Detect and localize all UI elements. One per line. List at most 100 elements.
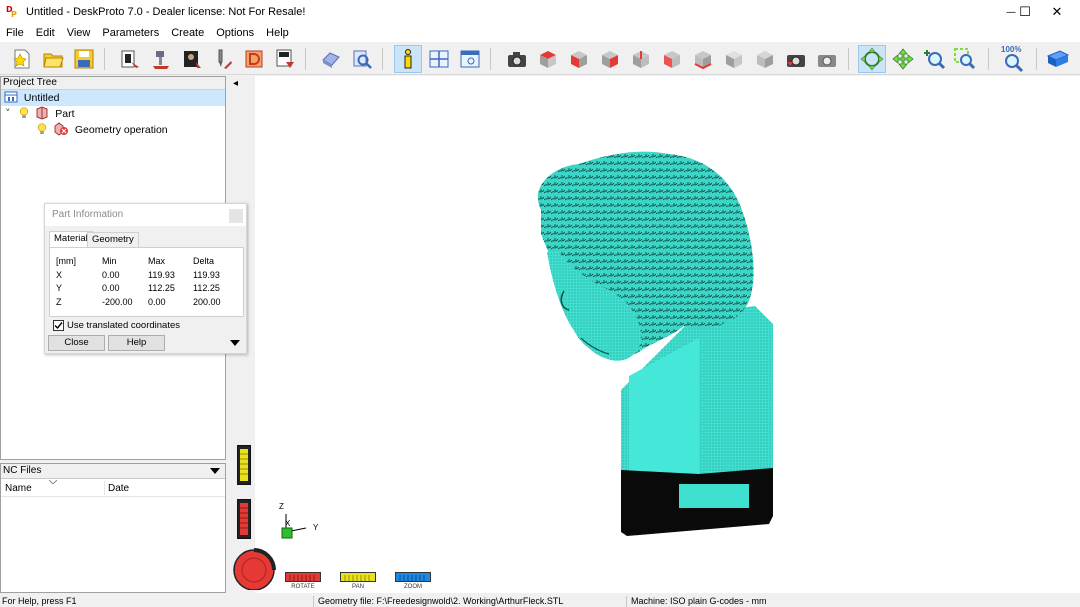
view-grey-2-button[interactable] <box>751 45 779 73</box>
nc-column-divider[interactable] <box>104 481 105 495</box>
tree-item-geometry-operation[interactable]: Geometry operation <box>37 122 168 138</box>
menu-file[interactable]: File <box>0 27 30 39</box>
zoom-mode-icon <box>399 575 425 581</box>
toolbar-separator <box>1036 48 1037 70</box>
close-button[interactable]: ✕ <box>1034 0 1080 24</box>
rotate-dial[interactable] <box>232 548 276 591</box>
view-front-button[interactable] <box>565 45 593 73</box>
cube-left-icon <box>664 51 680 68</box>
app-icon-letter-p: P <box>11 10 17 19</box>
close-dialog-button[interactable]: Close <box>48 335 105 351</box>
nc-column-name[interactable]: Name <box>5 483 32 494</box>
dialog-title: Part Information <box>52 209 124 220</box>
3d-viewport[interactable] <box>229 76 1080 593</box>
help-book-button[interactable] <box>1044 45 1072 73</box>
row-x-min: 0.00 <box>102 270 120 280</box>
wizard-page-icon <box>121 50 139 68</box>
nc-column-date[interactable]: Date <box>108 483 129 494</box>
zoom-100-button[interactable]: 100% <box>998 45 1028 73</box>
row-y-axis: Y <box>56 283 63 293</box>
view-camera-grey-button[interactable] <box>813 45 841 73</box>
row-y-delta: 112.25 <box>193 283 220 293</box>
save-project-button[interactable] <box>70 45 98 73</box>
view-camera-red-button[interactable] <box>782 45 810 73</box>
translated-coordinates-label[interactable]: Use translated coordinates <box>67 320 180 331</box>
view-grey-button[interactable] <box>720 45 748 73</box>
menu-view[interactable]: View <box>61 27 97 39</box>
find-button[interactable] <box>348 45 376 73</box>
zoom-mode-button[interactable] <box>920 45 948 73</box>
new-project-button[interactable] <box>8 45 36 73</box>
nc-files-header[interactable]: NC Files <box>1 464 225 479</box>
row-x-axis: X <box>56 270 63 280</box>
menu-create[interactable]: Create <box>165 27 210 39</box>
view-dialog-button[interactable] <box>456 45 484 73</box>
rotate-mode-indicator[interactable] <box>285 572 321 582</box>
pan-mode-button[interactable] <box>889 45 917 73</box>
part-info-button[interactable] <box>394 45 422 73</box>
view-iso-button[interactable] <box>534 45 562 73</box>
row-y-min: 0.00 <box>102 283 120 293</box>
rotate-arrows-icon <box>860 47 884 71</box>
open-folder-icon <box>43 53 64 68</box>
tree-label-part: Part <box>55 108 75 120</box>
help-book-icon <box>1046 50 1070 67</box>
sort-indicator-icon <box>49 480 57 484</box>
dialog-expand-arrow-icon[interactable] <box>230 340 240 346</box>
menu-parameters[interactable]: Parameters <box>96 27 165 39</box>
view-right-button[interactable] <box>596 45 624 73</box>
pan-mode-indicator[interactable] <box>340 572 376 582</box>
row-z-max: 0.00 <box>148 297 166 307</box>
nc-files-panel: NC Files Name Date <box>0 463 226 593</box>
export-button[interactable] <box>271 45 299 73</box>
dropdown-arrow-icon[interactable] <box>210 468 220 474</box>
menu-edit[interactable]: Edit <box>30 27 61 39</box>
help-dialog-button[interactable]: Help <box>108 335 165 351</box>
cube-top-red-icon <box>540 51 556 68</box>
main-toolbar: 100% <box>0 42 1080 75</box>
rotate-mode-icon <box>289 575 315 581</box>
project-tree-header: Project Tree <box>1 77 225 90</box>
window-title: Untitled - DeskProto 7.0 - Dealer licens… <box>26 6 306 18</box>
pan-arrows-icon <box>892 48 914 70</box>
wizard-d-button[interactable] <box>240 45 268 73</box>
zoom-window-button[interactable] <box>951 45 979 73</box>
cube-bottom-icon <box>694 51 712 70</box>
close-icon: ✕ <box>1051 4 1063 20</box>
tree-item-untitled[interactable]: Untitled <box>1 90 225 106</box>
eraser-icon <box>322 52 340 68</box>
view-bottom-button[interactable] <box>689 45 717 73</box>
camera-rotate-icon <box>787 55 805 67</box>
tab-geometry[interactable]: Geometry <box>87 232 139 247</box>
layout-button[interactable] <box>425 45 453 73</box>
dialog-title-bar[interactable]: Part Information <box>45 204 246 226</box>
collapse-panel-icon[interactable]: ◂ <box>233 78 238 89</box>
toolbar-separator <box>848 48 849 70</box>
erase-button[interactable] <box>317 45 345 73</box>
rotate-mode-button[interactable] <box>858 45 886 73</box>
translated-coordinates-checkbox[interactable] <box>53 320 64 331</box>
bust-model-render <box>537 151 773 536</box>
window-split-icon <box>429 50 449 68</box>
toolbar-separator <box>382 48 383 70</box>
row-x-max: 119.93 <box>148 270 175 280</box>
view-left-button[interactable] <box>658 45 686 73</box>
wizard-3d-button[interactable] <box>147 45 175 73</box>
dimensions-table: [mm] Min Max Delta X 0.00 119.93 119.93 … <box>49 247 244 317</box>
tree-item-part[interactable]: ˅ Part <box>5 106 75 122</box>
expand-part-icon[interactable]: ˅ <box>5 107 11 120</box>
open-project-button[interactable] <box>39 45 67 73</box>
menu-options[interactable]: Options <box>210 27 260 39</box>
deskproto-app-icon[interactable]: D P <box>6 5 20 19</box>
wizard-tool-button[interactable] <box>209 45 237 73</box>
yellow-slider[interactable] <box>237 445 251 485</box>
dialog-close-icon[interactable] <box>229 209 243 223</box>
wizard-2d-button[interactable] <box>116 45 144 73</box>
camera-view-button[interactable] <box>503 45 531 73</box>
view-back-button[interactable] <box>627 45 655 73</box>
wizard-image-button[interactable] <box>178 45 206 73</box>
red-slider[interactable] <box>237 499 251 539</box>
menu-help[interactable]: Help <box>260 27 295 39</box>
zoom-mode-indicator[interactable] <box>395 572 431 582</box>
zoom-window-icon <box>954 48 976 70</box>
